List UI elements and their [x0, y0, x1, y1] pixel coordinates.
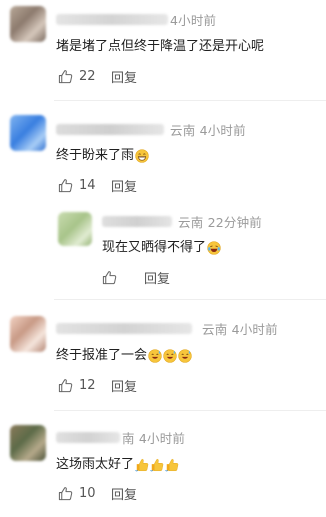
comment-meta: 云南 4小时前: [56, 120, 246, 138]
comment-location-time: 云南 4小时前: [202, 321, 278, 337]
comment-time: 4小时前: [170, 12, 217, 28]
reply-meta: 云南 22分钟前: [102, 212, 262, 230]
sweat-smile-emoji-icon: [148, 349, 162, 363]
comment-actions: 14 回复: [58, 176, 137, 195]
comment-location-time: 南 4小时前: [122, 430, 186, 446]
username-blurred[interactable]: [56, 431, 120, 443]
comment-meta: 云南 4小时前: [56, 319, 278, 337]
comment-meta: 南 4小时前: [56, 428, 185, 446]
thumbs-up-icon[interactable]: [58, 178, 73, 193]
thumbs-up-emoji-icon: [165, 458, 179, 472]
reply-text: 现在又晒得不得了: [102, 239, 221, 257]
username-blurred[interactable]: [56, 123, 164, 135]
comment-item: 4小时前 堵是堵了点但终于降温了还是开心呢 22 回复: [0, 0, 326, 100]
avatar[interactable]: [10, 6, 46, 42]
like-count[interactable]: 10: [79, 486, 111, 501]
comment-text: 终于报准了一会: [56, 347, 192, 365]
laugh-tears-emoji-icon: [207, 241, 221, 255]
reply-button[interactable]: 回复: [111, 376, 137, 395]
thumbs-up-icon[interactable]: [58, 378, 73, 393]
avatar[interactable]: [10, 316, 46, 352]
reply-location-time: 云南 22分钟前: [178, 214, 262, 230]
grin-emoji-icon: [135, 149, 149, 163]
comment-item: 南 4小时前 这场雨太好了 10 回复: [0, 411, 326, 517]
like-count[interactable]: 14: [79, 178, 111, 193]
comment-actions: 22 回复: [58, 67, 137, 86]
comment-actions: 12 回复: [58, 376, 137, 395]
comment-meta: 4小时前: [56, 10, 216, 28]
thumbs-up-emoji-icon: [135, 458, 149, 472]
comment-text: 终于盼来了雨: [56, 147, 149, 165]
thumbs-up-icon[interactable]: [58, 486, 73, 501]
like-count[interactable]: 22: [79, 69, 111, 84]
comment-text: 堵是堵了点但终于降温了还是开心呢: [56, 39, 265, 54]
sweat-smile-emoji-icon: [178, 349, 192, 363]
reply-avatar[interactable]: [58, 212, 92, 246]
reply-button[interactable]: 回复: [111, 67, 137, 86]
reply-actions: 回复: [102, 268, 170, 287]
comment-text: 这场雨太好了: [56, 456, 179, 474]
comment-item: 云南 4小时前 终于报准了一会 12 回复: [0, 300, 326, 410]
reply-button[interactable]: 回复: [111, 484, 137, 503]
comment-item: 云南 4小时前 终于盼来了雨 14 回复 云南 22分钟前 现在又晒得不得了 回…: [0, 101, 326, 299]
thumbs-up-icon[interactable]: [58, 69, 73, 84]
comment-location-time: 云南 4小时前: [170, 122, 246, 138]
like-count[interactable]: 12: [79, 378, 111, 393]
thumbs-up-icon[interactable]: [102, 270, 117, 285]
reply-button[interactable]: 回复: [111, 176, 137, 195]
username-blurred[interactable]: [56, 322, 192, 334]
username-blurred[interactable]: [56, 13, 168, 25]
reply-button[interactable]: 回复: [144, 268, 170, 287]
thumbs-up-emoji-icon: [150, 458, 164, 472]
comment-actions: 10 回复: [58, 484, 137, 503]
avatar[interactable]: [10, 115, 46, 151]
username-blurred[interactable]: [102, 215, 172, 227]
avatar[interactable]: [10, 425, 46, 461]
sweat-smile-emoji-icon: [163, 349, 177, 363]
